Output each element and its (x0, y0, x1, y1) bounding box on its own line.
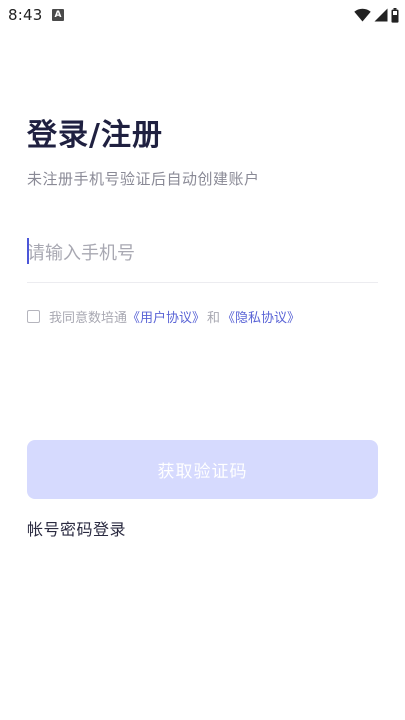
user-agreement-link[interactable]: 《用户协议》 (127, 307, 205, 326)
privacy-agreement-link[interactable]: 《隐私协议》 (222, 307, 300, 326)
status-bar: 8:43 A (0, 0, 405, 30)
account-password-login-link[interactable]: 帐号密码登录 (27, 516, 126, 540)
page-subtitle: 未注册手机号验证后自动创建账户 (27, 170, 260, 188)
agreement-row: 我同意数培通 《用户协议》 和 《隐私协议》 (27, 306, 300, 326)
status-time: 8:43 (8, 6, 43, 24)
agreement-prefix: 我同意数培通 (49, 310, 128, 326)
phone-input-container (27, 228, 378, 283)
text-caret (27, 238, 29, 264)
agreement-and: 和 (207, 310, 221, 326)
status-icons (354, 7, 399, 23)
wifi-icon (354, 8, 371, 22)
notification-a-icon: A (52, 9, 64, 21)
get-code-button[interactable]: 获取验证码 (27, 440, 378, 499)
page-title: 登录/注册 (27, 118, 163, 153)
login-screen: 8:43 A 登录/注册 未注册手机号验证后自动创建账户 我同意数培通 《用户协… (0, 0, 405, 720)
battery-icon (391, 7, 399, 23)
phone-input[interactable] (27, 236, 378, 270)
agreement-checkbox[interactable] (27, 309, 40, 323)
signal-icon (374, 8, 388, 22)
